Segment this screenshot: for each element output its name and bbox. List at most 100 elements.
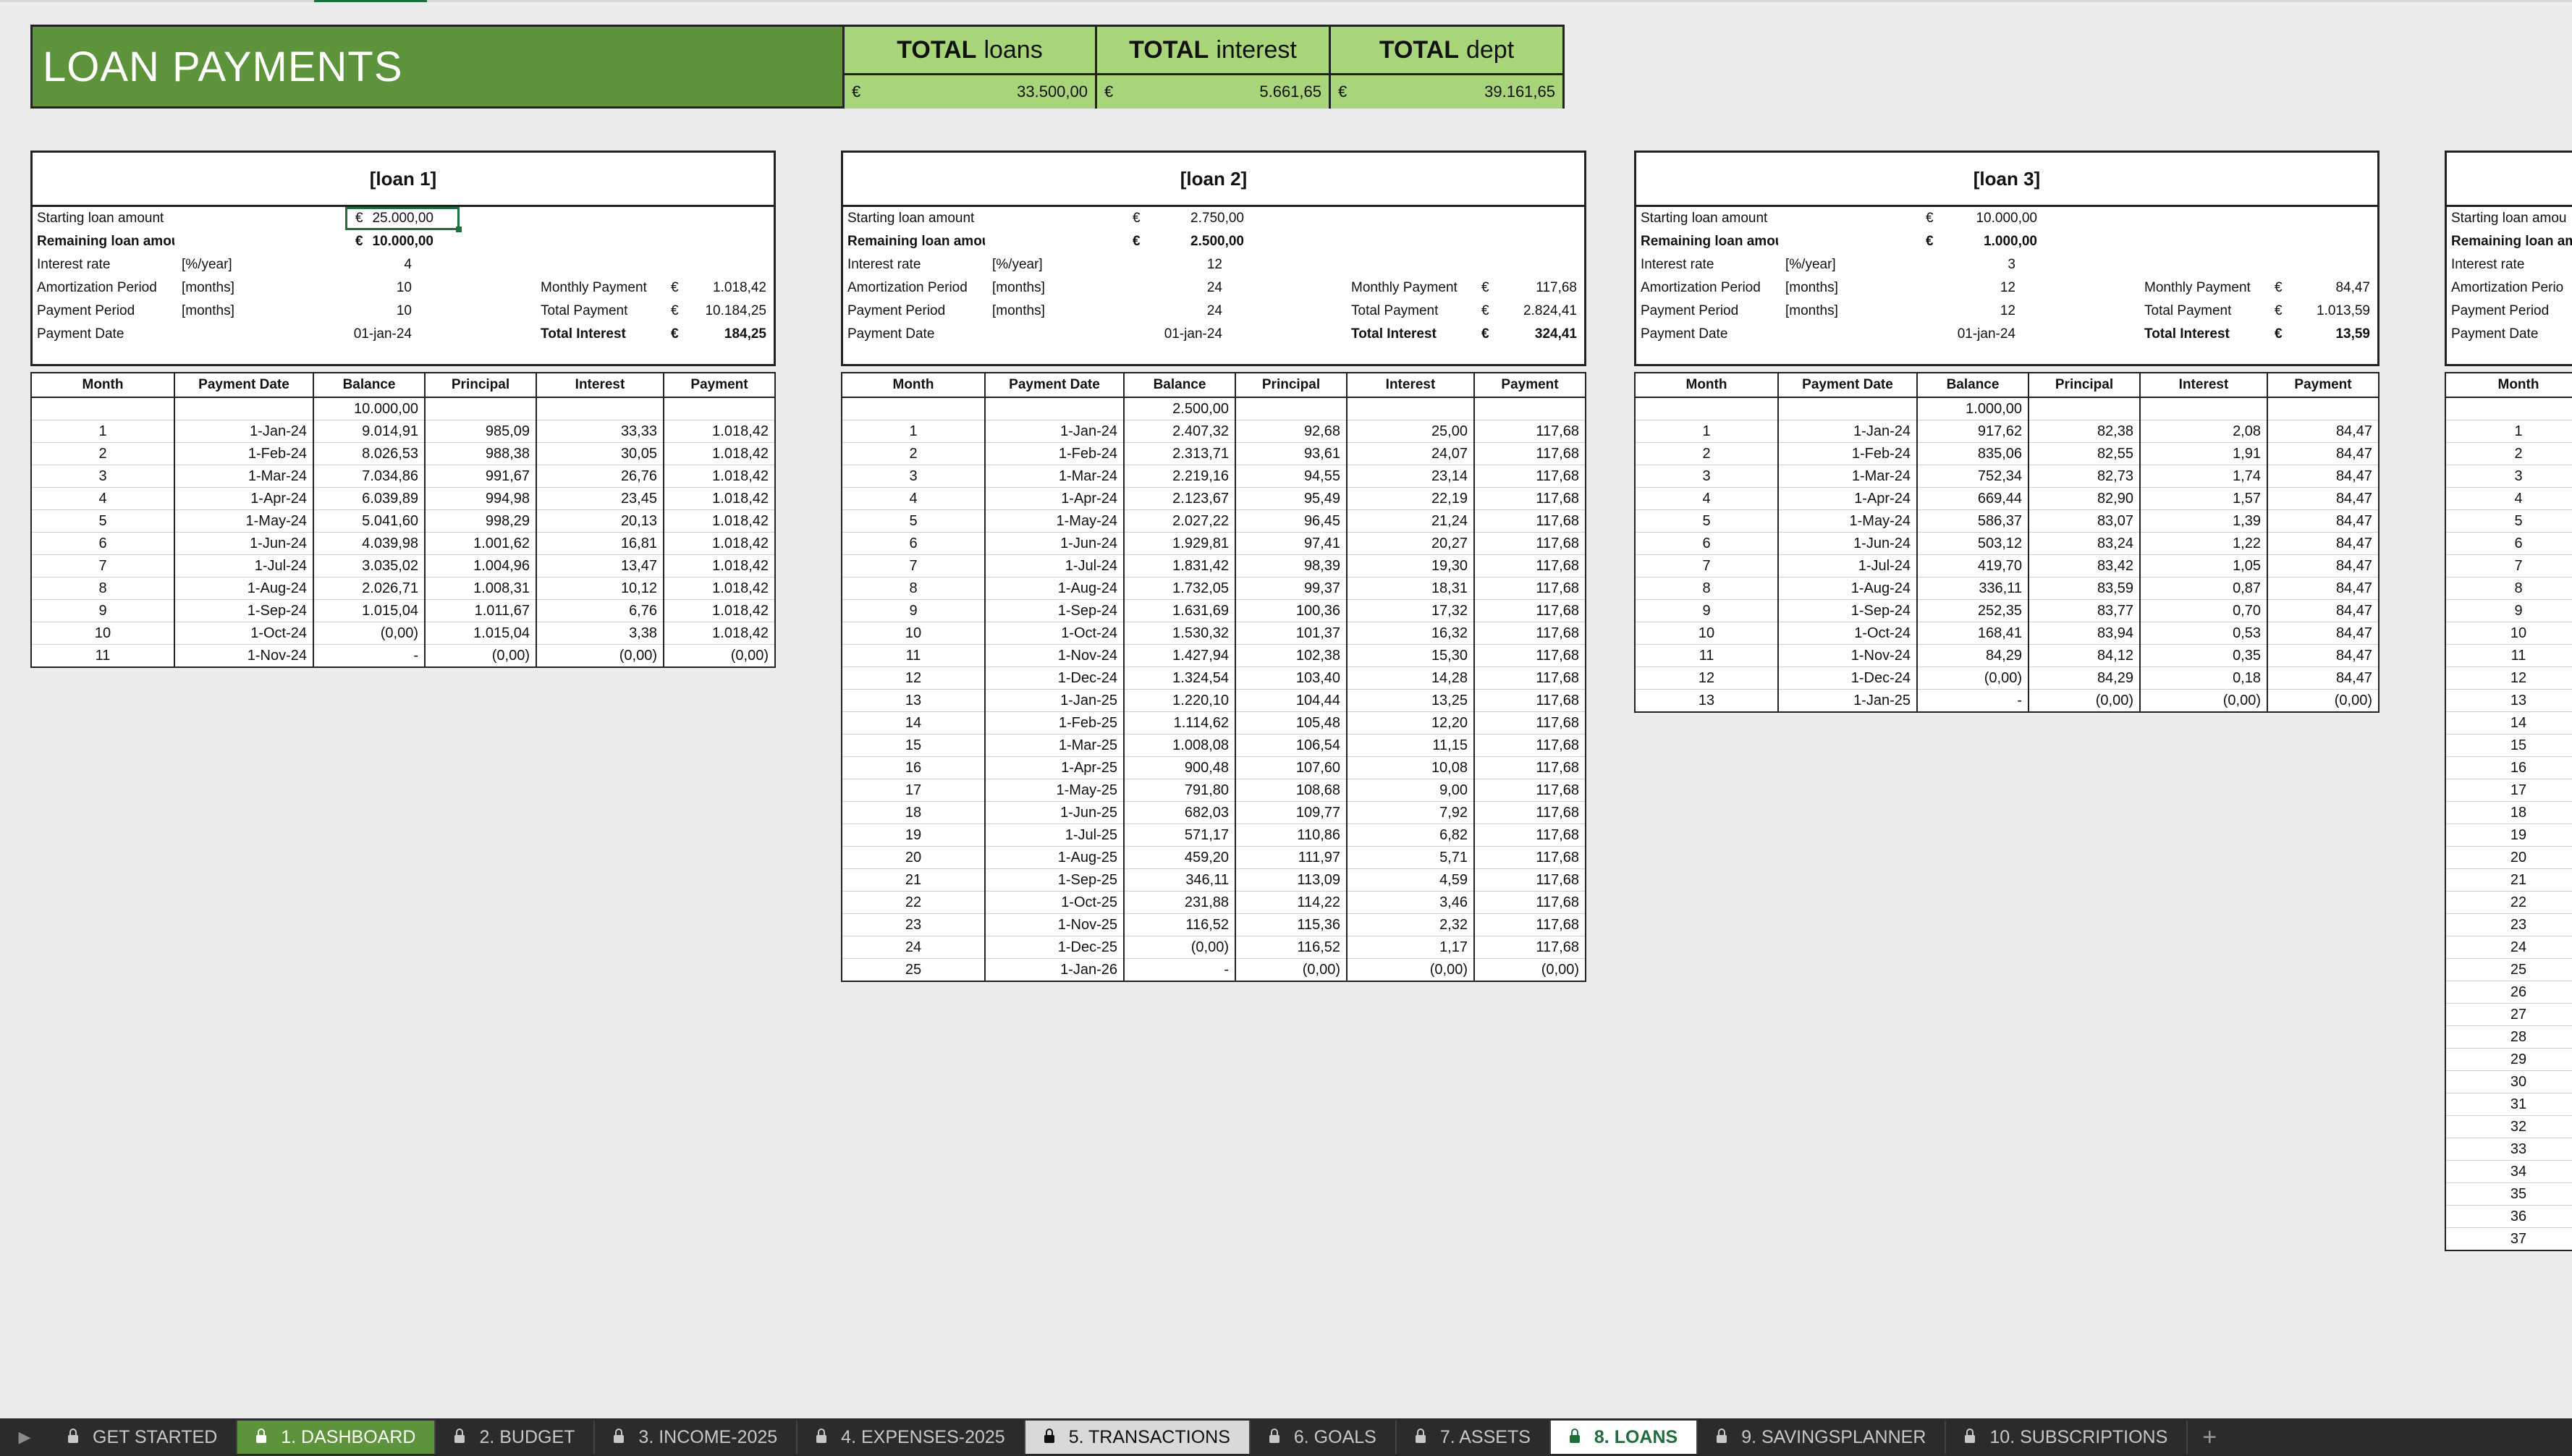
table-cell[interactable]: [2445, 397, 2572, 420]
table-cell[interactable]: 6.039,89: [313, 487, 426, 510]
tab-scroll-icon[interactable]: ▶: [0, 1418, 49, 1456]
table-cell[interactable]: 1.018,42: [663, 532, 776, 555]
table-row[interactable]: 16: [2445, 756, 2572, 779]
table-cell[interactable]: 1-Sep-24: [1777, 599, 1918, 622]
table-cell[interactable]: (0,00): [536, 644, 664, 668]
sheet-tab[interactable]: GET STARTED: [49, 1421, 238, 1454]
column-header[interactable]: Interest: [1346, 372, 1475, 398]
table-cell[interactable]: 252,35: [1916, 599, 2029, 622]
table-row[interactable]: 2 1-Feb-24 2.313,71 93,61 24,07 117,68: [841, 442, 1586, 465]
table-cell[interactable]: (0,00): [1235, 958, 1348, 982]
table-cell[interactable]: 1,74: [2139, 465, 2268, 488]
table-cell[interactable]: 0,35: [2139, 644, 2268, 667]
table-cell[interactable]: 2.123,67: [1123, 487, 1236, 510]
table-cell[interactable]: 988,38: [424, 442, 537, 465]
table-row[interactable]: 6 1-Jun-24 4.039,98 1.001,62 16,81 1.018,42: [30, 532, 776, 555]
table-row[interactable]: 11 1-Nov-24- (0,00) (0,00) (0,00): [30, 644, 776, 668]
table-row[interactable]: 4 1-Apr-24 6.039,89 994,98 23,45 1.018,42: [30, 487, 776, 510]
table-cell[interactable]: 111,97: [1235, 846, 1348, 869]
table-row[interactable]: 22 1-Oct-25 231,88 114,22 3,46 117,68: [841, 891, 1586, 914]
table-cell[interactable]: 117,68: [1473, 622, 1586, 645]
table-cell[interactable]: 1.008,31: [424, 577, 537, 600]
table-cell[interactable]: 14,28: [1346, 666, 1475, 690]
table-row[interactable]: 11 1-Nov-24 84,29 84,12 0,35 84,47: [1634, 644, 2379, 667]
table-cell[interactable]: 1-Feb-25: [984, 711, 1125, 735]
table-cell[interactable]: 117,68: [1473, 532, 1586, 555]
table-cell[interactable]: 22: [841, 891, 986, 914]
table-cell[interactable]: 1-Jun-25: [984, 801, 1125, 824]
table-cell[interactable]: 8.026,53: [313, 442, 426, 465]
table-cell[interactable]: 7.034,86: [313, 465, 426, 488]
table-cell[interactable]: 20,13: [536, 509, 664, 533]
table-cell[interactable]: 336,11: [1916, 577, 2029, 600]
column-header[interactable]: Payment Date: [984, 372, 1125, 398]
table-cell[interactable]: 19: [2445, 824, 2572, 847]
table-cell[interactable]: 5.041,60: [313, 509, 426, 533]
table-cell[interactable]: 84,47: [2267, 465, 2379, 488]
table-cell[interactable]: 10: [30, 622, 175, 645]
table-cell[interactable]: 8: [841, 577, 986, 600]
table-cell[interactable]: 10: [1634, 622, 1779, 645]
table-cell[interactable]: 9: [2445, 599, 2572, 622]
sheet-tab[interactable]: 1. DASHBOARD: [237, 1421, 436, 1454]
table-cell[interactable]: 25: [841, 958, 986, 982]
table-cell[interactable]: 83,59: [2028, 577, 2141, 600]
column-header[interactable]: Interest: [2139, 372, 2268, 398]
table-cell[interactable]: 17: [2445, 779, 2572, 802]
add-sheet-button[interactable]: +: [2188, 1421, 2231, 1454]
table-cell[interactable]: [841, 397, 986, 420]
table-row[interactable]: 1.000,00: [1634, 397, 2379, 420]
table-cell[interactable]: 101,37: [1235, 622, 1348, 645]
table-cell[interactable]: 1.008,08: [1123, 734, 1236, 757]
table-cell[interactable]: 15: [841, 734, 986, 757]
table-cell[interactable]: (0,00): [1346, 958, 1475, 982]
table-cell[interactable]: 117,68: [1473, 509, 1586, 533]
table-cell[interactable]: 1-Feb-24: [174, 442, 314, 465]
table-cell[interactable]: 98,39: [1235, 554, 1348, 577]
table-cell[interactable]: 23,14: [1346, 465, 1475, 488]
table-row[interactable]: 15 1-Mar-25 1.008,08 106,54 11,15 117,68: [841, 734, 1586, 757]
table-row[interactable]: 2 1-Feb-24 8.026,53 988,38 30,05 1.018,42: [30, 442, 776, 465]
table-cell[interactable]: 1-Mar-24: [984, 465, 1125, 488]
table-row[interactable]: 21: [2445, 868, 2572, 892]
table-cell[interactable]: 1.000,00: [1916, 397, 2029, 420]
table-cell[interactable]: 1.018,42: [663, 487, 776, 510]
table-cell[interactable]: (0,00): [663, 644, 776, 668]
table-row[interactable]: 34: [2445, 1160, 2572, 1183]
table-cell[interactable]: 991,67: [424, 465, 537, 488]
table-cell[interactable]: 4: [2445, 487, 2572, 510]
table-cell[interactable]: 117,68: [1473, 420, 1586, 443]
table-cell[interactable]: 7: [841, 554, 986, 577]
table-cell[interactable]: 117,68: [1473, 801, 1586, 824]
table-cell[interactable]: 19,30: [1346, 554, 1475, 577]
table-cell[interactable]: [1235, 397, 1348, 420]
table-cell[interactable]: 83,07: [2028, 509, 2141, 533]
table-cell[interactable]: 15: [2445, 734, 2572, 757]
table-row[interactable]: 10 1-Oct-24 (0,00) 1.015,04 3,38 1.018,42: [30, 622, 776, 645]
table-cell[interactable]: 19: [841, 824, 986, 847]
table-cell[interactable]: 102,38: [1235, 644, 1348, 667]
table-cell[interactable]: 1.004,96: [424, 554, 537, 577]
table-cell[interactable]: 1-Oct-24: [984, 622, 1125, 645]
table-cell[interactable]: 4.039,98: [313, 532, 426, 555]
table-cell[interactable]: 1-Nov-24: [174, 644, 314, 668]
table-cell[interactable]: 2: [1634, 442, 1779, 465]
table-cell[interactable]: 106,54: [1235, 734, 1348, 757]
table-cell[interactable]: 1: [30, 420, 175, 443]
table-cell[interactable]: 117,68: [1473, 868, 1586, 892]
table-cell[interactable]: 1.018,42: [663, 509, 776, 533]
table-cell[interactable]: 97,41: [1235, 532, 1348, 555]
table-cell[interactable]: 3: [30, 465, 175, 488]
table-cell[interactable]: 82,90: [2028, 487, 2141, 510]
table-cell[interactable]: 1,57: [2139, 487, 2268, 510]
table-cell[interactable]: 1-Jan-24: [984, 420, 1125, 443]
table-cell[interactable]: 117,68: [1473, 891, 1586, 914]
table-cell[interactable]: 83,94: [2028, 622, 2141, 645]
table-row[interactable]: 26: [2445, 981, 2572, 1004]
table-cell[interactable]: 35: [2445, 1182, 2572, 1206]
table-row[interactable]: 12: [2445, 666, 2572, 690]
table-row[interactable]: 17 1-May-25 791,80 108,68 9,00 117,68: [841, 779, 1586, 802]
table-row[interactable]: 10: [2445, 622, 2572, 645]
table-cell[interactable]: 1-Jun-24: [984, 532, 1125, 555]
table-cell[interactable]: 27: [2445, 1003, 2572, 1026]
